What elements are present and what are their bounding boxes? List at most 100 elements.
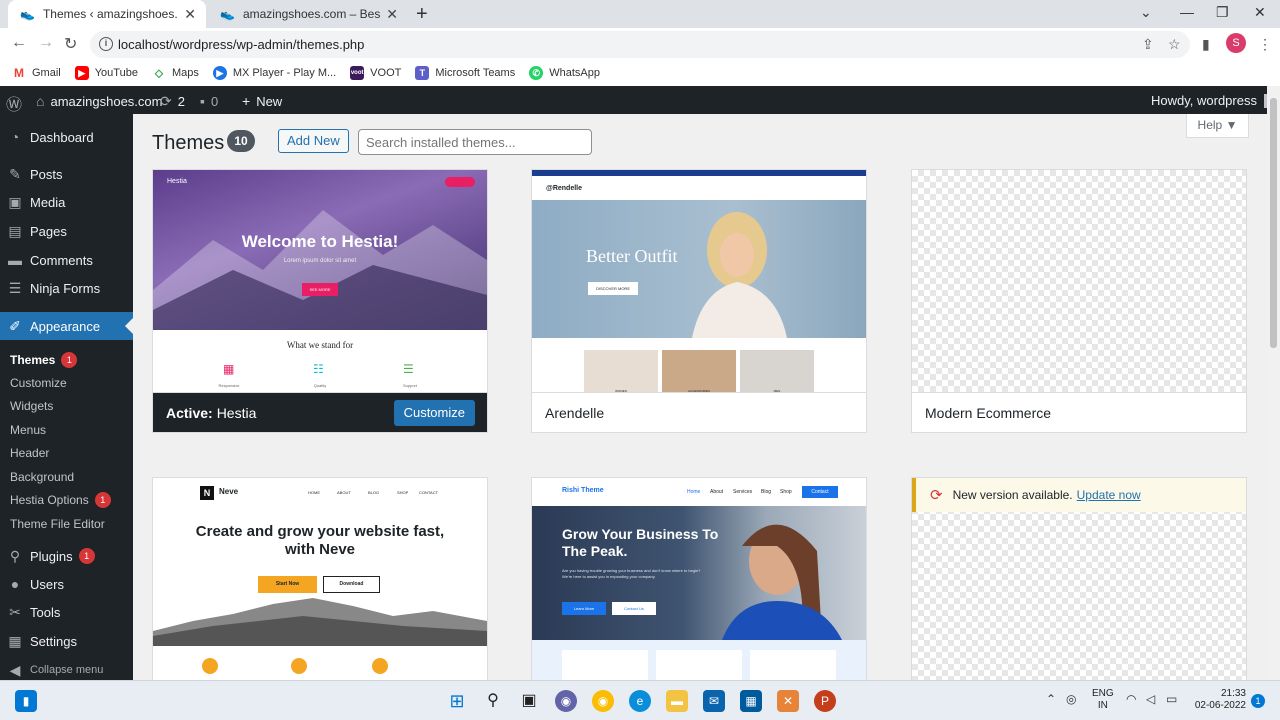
site-info-icon[interactable]: i	[99, 37, 113, 51]
bookmark-youtube[interactable]: ▶ YouTube	[74, 66, 138, 80]
back-icon[interactable]: ←	[11, 34, 27, 52]
page-scrollbar[interactable]	[1267, 86, 1280, 680]
scrollbar-thumb[interactable]	[1270, 98, 1277, 348]
new-tab-icon[interactable]: +	[416, 3, 428, 26]
clock[interactable]: 21:33 02-06-2022	[1190, 688, 1246, 712]
account-menu[interactable]: Howdy, wordpress	[1151, 93, 1278, 108]
forms-icon: ☰	[8, 279, 22, 296]
close-tab-icon[interactable]: ✕	[386, 6, 398, 23]
notification-badge[interactable]: 1	[1251, 694, 1265, 708]
store-icon[interactable]: ▦	[740, 690, 762, 712]
language-indicator[interactable]: ENG IN	[1092, 688, 1114, 712]
update-now-link[interactable]: Update now	[1077, 488, 1141, 502]
minimize-icon[interactable]: —	[1180, 4, 1194, 20]
tab-search-icon[interactable]: ⌄	[1140, 4, 1152, 21]
theme-card-arendelle[interactable]: @Rendelle Better Outfit DISCOVER MORE WO…	[531, 169, 867, 433]
address-bar[interactable]: i localhost/wordpress/wp-admin/themes.ph…	[90, 31, 1190, 58]
arendelle-top-bar	[532, 170, 866, 176]
update-count-badge: 1	[78, 548, 95, 564]
mail-icon[interactable]: ✉	[703, 690, 725, 712]
theme-card-rishi[interactable]: Rishi Theme Home About Services Blog Sho…	[531, 477, 867, 680]
menu-posts[interactable]: ✎ Posts	[0, 160, 133, 188]
bookmark-whatsapp[interactable]: ✆ WhatsApp	[529, 66, 600, 80]
xampp-icon[interactable]: ✕	[777, 690, 799, 712]
profile-avatar[interactable]: S	[1226, 33, 1246, 53]
task-view-icon[interactable]: ▣	[518, 690, 540, 712]
menu-settings[interactable]: ▦ Settings	[0, 627, 133, 655]
chevron-up-icon[interactable]: ⌃	[1046, 692, 1056, 706]
bookmark-star-icon[interactable]: ☆	[1168, 36, 1181, 53]
add-new-theme-button[interactable]: Add New	[278, 129, 349, 153]
search-icon[interactable]: ⚲	[482, 690, 504, 712]
site-name-link[interactable]: ⌂ amazingshoes.com	[36, 93, 162, 109]
theme-card-modern-ecommerce[interactable]: Modern Ecommerce	[911, 169, 1247, 433]
maximize-icon[interactable]: ❐	[1216, 4, 1229, 21]
bookmark-teams[interactable]: T Microsoft Teams	[415, 66, 515, 80]
submenu-widgets[interactable]: Widgets	[10, 399, 53, 413]
new-content-link[interactable]: + New	[242, 93, 282, 109]
theme-screenshot-placeholder[interactable]	[912, 170, 1246, 394]
menu-pages[interactable]: ▤ Pages	[0, 217, 133, 245]
chat-icon[interactable]: ◉	[555, 690, 577, 712]
hestia-brand: Hestia	[167, 178, 187, 185]
widgets-icon[interactable]: ▮	[15, 690, 37, 712]
theme-card-neve[interactable]: N Neve HOME ABOUT BLOG SHOP CONTACT Crea…	[152, 477, 488, 680]
help-tab-button[interactable]: Help ▼	[1186, 114, 1249, 138]
submenu-theme-file-editor[interactable]: Theme File Editor	[10, 517, 105, 531]
submenu-customize[interactable]: Customize	[10, 376, 67, 390]
menu-plugins[interactable]: ⚲ Plugins 1	[0, 542, 133, 570]
mxplayer-icon: ▶	[212, 66, 227, 80]
wifi-icon[interactable]: ◠	[1126, 692, 1136, 706]
browser-menu-icon[interactable]: ⋮	[1258, 36, 1272, 53]
theme-screenshot-hestia[interactable]: Hestia Welcome to Hestia! Lorem ipsum do…	[153, 170, 487, 394]
theme-screenshot-arendelle[interactable]: @Rendelle Better Outfit DISCOVER MORE WO…	[532, 170, 866, 394]
hestia-hero-title: Welcome to Hestia!	[241, 232, 399, 251]
menu-media[interactable]: ▣ Media	[0, 188, 133, 216]
submenu-header[interactable]: Header	[10, 446, 49, 460]
neve-download-button: Download	[323, 576, 380, 593]
bookmark-voot[interactable]: voot VOOT	[350, 66, 401, 80]
theme-card-update-available[interactable]: ⟳ New version available. Update now	[911, 477, 1247, 680]
file-explorer-icon[interactable]: ▬	[666, 690, 688, 712]
chrome-icon[interactable]: ◉	[592, 690, 614, 712]
powerpoint-icon[interactable]: P	[814, 690, 836, 712]
side-panel-icon[interactable]: ▮	[1202, 36, 1210, 53]
submenu-hestia-options[interactable]: Hestia Options 1	[10, 492, 111, 508]
theme-screenshot-neve[interactable]: N Neve HOME ABOUT BLOG SHOP CONTACT Crea…	[153, 478, 487, 680]
bookmark-gmail[interactable]: M Gmail	[12, 66, 61, 80]
gmail-icon: M	[14, 66, 24, 80]
bookmark-mxplayer[interactable]: ▶ MX Player - Play M...	[212, 66, 336, 80]
theme-screenshot-rishi[interactable]: Rishi Theme Home About Services Blog Sho…	[532, 478, 866, 680]
rishi-nav-item: Home	[687, 489, 701, 495]
battery-icon[interactable]: ▭	[1166, 692, 1177, 706]
bookmark-maps[interactable]: ⬦ Maps	[152, 66, 199, 80]
menu-comments[interactable]: ▬ Comments	[0, 246, 133, 274]
search-themes-input[interactable]	[358, 129, 592, 155]
menu-users[interactable]: ● Users	[0, 570, 133, 598]
submenu-themes[interactable]: Themes 1	[10, 352, 78, 368]
menu-dashboard[interactable]: ◔ Dashboard	[0, 123, 133, 151]
updates-link[interactable]: ⟳ 2	[160, 93, 185, 110]
start-icon[interactable]: ⊞	[446, 690, 468, 712]
share-icon[interactable]: ⇪	[1142, 36, 1154, 53]
theme-card-hestia[interactable]: Hestia Welcome to Hestia! Lorem ipsum do…	[152, 169, 488, 433]
submenu-menus[interactable]: Menus	[10, 423, 46, 437]
wp-admin-bar: Ⓦ ⌂ amazingshoes.com ⟳ 2 ▪ 0 + New Howdy, wo…	[0, 86, 1280, 114]
menu-tools[interactable]: ✂ Tools	[0, 598, 133, 626]
close-window-icon[interactable]: ✕	[1254, 4, 1266, 21]
tab-site[interactable]: 👟 amazingshoes.com – Best Shoes ✕	[208, 0, 408, 28]
neve-nav-item: SHOP	[397, 490, 409, 495]
submenu-background[interactable]: Background	[10, 470, 74, 484]
customize-button[interactable]: Customize	[393, 400, 475, 426]
forward-icon[interactable]: →	[38, 34, 54, 52]
close-tab-icon[interactable]: ✕	[184, 6, 196, 23]
menu-ninja-forms[interactable]: ☰ Ninja Forms	[0, 274, 133, 302]
comments-link[interactable]: ▪ 0	[200, 93, 218, 109]
menu-appearance[interactable]: ✐ Appearance	[0, 312, 133, 340]
tab-themes[interactable]: 👟 Themes ‹ amazingshoes.com — W ✕	[8, 0, 206, 28]
volume-icon[interactable]: ◁	[1146, 692, 1155, 706]
reload-icon[interactable]: ↻	[64, 34, 77, 54]
wordpress-logo-icon[interactable]: Ⓦ	[6, 91, 22, 115]
security-icon[interactable]: ◎	[1066, 692, 1076, 706]
edge-icon[interactable]: e	[629, 690, 651, 712]
